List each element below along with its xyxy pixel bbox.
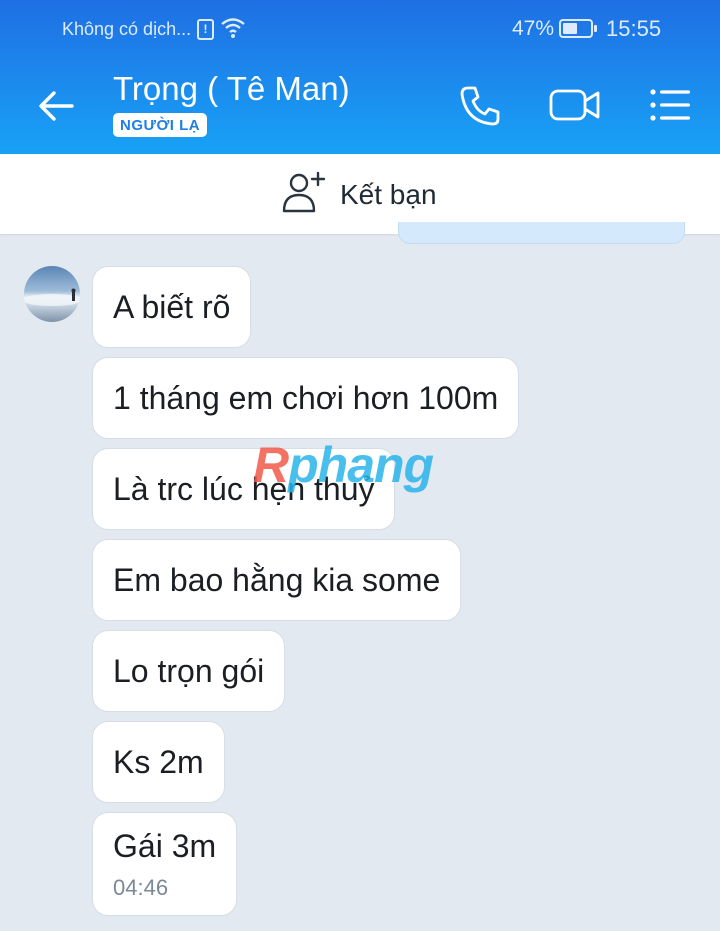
carrier-label: Không có dịch... — [62, 19, 192, 39]
message-text: Lo trọn gói — [113, 652, 265, 689]
message-bubble[interactable]: Em bao hằng kia some — [92, 539, 462, 621]
message-bubble[interactable]: Gái 3m 04:46 — [92, 812, 238, 916]
message-text: Gái 3m — [113, 827, 217, 864]
message-text: A biết rõ — [113, 288, 231, 325]
chat-header: Không có dịch... ! 47% 15:55 Trọng ( Tê … — [0, 0, 720, 154]
message-bubble[interactable]: A biết rõ — [92, 266, 252, 348]
message-bubble[interactable]: Lo trọn gói — [92, 630, 286, 712]
message-timestamp: 04:46 — [113, 874, 169, 900]
wifi-icon — [220, 16, 246, 45]
battery-percent: 47% — [512, 17, 555, 40]
message-bubble[interactable]: Ks 2m — [92, 721, 225, 803]
watermark-text: phang — [288, 437, 434, 493]
back-arrow-icon[interactable] — [36, 88, 76, 124]
watermark-first-letter: R — [253, 437, 289, 493]
battery-icon — [559, 19, 597, 38]
phone-icon[interactable] — [458, 84, 502, 133]
battery-fill — [563, 23, 578, 34]
watermark-logo: Rphang — [253, 436, 434, 494]
message-text: Ks 2m — [113, 743, 204, 780]
status-time: 15:55 — [606, 16, 662, 41]
stranger-badge: NGƯỜI LẠ — [113, 113, 208, 137]
add-friend-label: Kết bạn — [340, 178, 437, 210]
message-text: Em bao hằng kia some — [113, 561, 441, 598]
video-call-icon[interactable] — [548, 86, 602, 129]
status-bar: Không có dịch... ! 47% 15:55 — [0, 0, 720, 58]
message-bubble[interactable]: 1 tháng em chơi hơn 100m — [92, 357, 520, 439]
message-text: 1 tháng em chơi hơn 100m — [113, 379, 499, 416]
contact-name[interactable]: Trọng ( Tê Man) — [113, 70, 350, 108]
menu-list-icon[interactable] — [648, 88, 692, 127]
previous-message-bubble — [398, 222, 685, 244]
sim-alert-icon: ! — [197, 19, 214, 40]
add-friend-button[interactable]: Kết bạn — [282, 170, 437, 219]
add-user-icon — [282, 170, 326, 219]
contact-avatar[interactable] — [24, 266, 80, 322]
